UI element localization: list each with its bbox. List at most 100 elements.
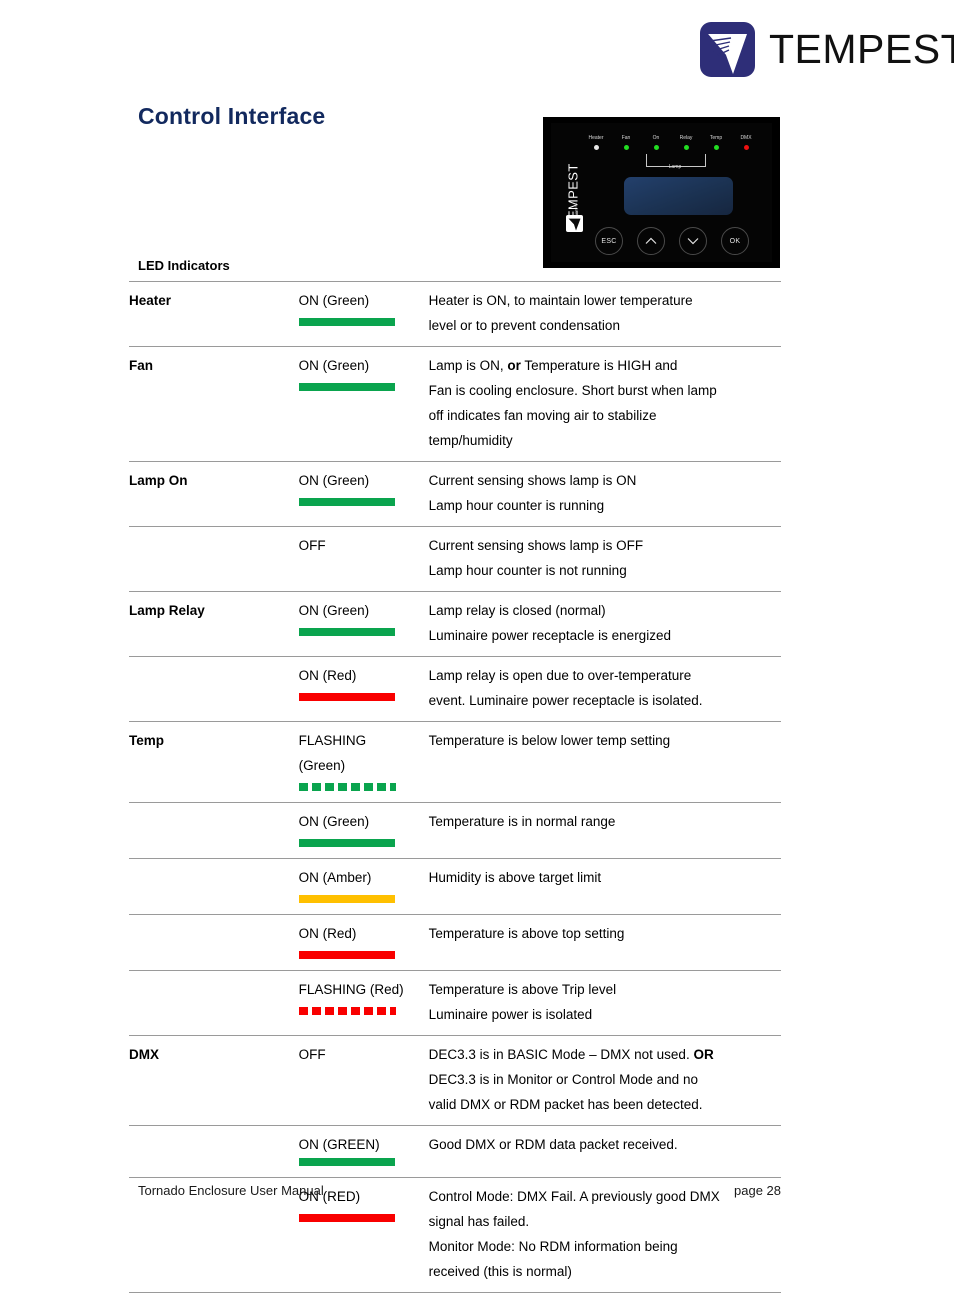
- desc-line: event. Luminaire power receptacle is iso…: [428, 693, 703, 708]
- tempest-logo-mark: [700, 22, 755, 77]
- row-indicator-name: [129, 656, 299, 722]
- desc-line: Temperature is in normal range: [428, 814, 616, 829]
- chevron-down-icon[interactable]: [679, 227, 707, 255]
- row-state-text: ON (Green): [298, 814, 370, 829]
- desc-line: Lamp hour counter is not running: [428, 563, 627, 578]
- led-dot-heater: [593, 145, 599, 150]
- row-description: Heater is ON, to maintain lower temperat…: [428, 281, 781, 347]
- desc-line: off indicates fan moving air to stabiliz…: [428, 408, 657, 423]
- desc-line: Monitor Mode: No RDM information being: [428, 1239, 678, 1254]
- state-color-bar-green: [298, 1158, 395, 1166]
- state-color-bar-red: [298, 951, 395, 959]
- state-color-bar-green: [298, 628, 395, 636]
- ok-button[interactable]: OK: [721, 227, 749, 255]
- state-color-bar-red: [298, 693, 395, 701]
- row-description: Good DMX or RDM data packet received.: [428, 1125, 781, 1178]
- row-indicator-name: Temp: [129, 721, 299, 803]
- row-indicator-name: [129, 526, 299, 592]
- led-indicators-table: Heater ON (Green) Heater is ON, to maint…: [129, 281, 781, 1293]
- table-row: DMX OFF DEC3.3 is in BASIC Mode – DMX no…: [129, 1035, 781, 1126]
- row-state-text: ON (Green): [298, 293, 370, 308]
- state-color-bar-green: [298, 498, 395, 506]
- table-row: ON (Red) Lamp relay is open due to over-…: [129, 656, 781, 722]
- control-panel-face: Heater Fan On Relay Temp DMX Lamp TEMPES…: [551, 123, 772, 262]
- table-row: Temp FLASHING (Green) Temperature is bel…: [129, 721, 781, 803]
- row-state-text: FLASHING: [298, 733, 367, 748]
- table-row: FLASHING (Red) Temperature is above Trip…: [129, 970, 781, 1036]
- row-state-text: ON (GREEN): [298, 1137, 380, 1152]
- esc-button[interactable]: ESC: [595, 227, 623, 255]
- row-indicator-name: DMX: [129, 1035, 299, 1126]
- tempest-logo: TEMPEST: [700, 22, 954, 77]
- desc-line: Lamp is ON, or Temperature is HIGH and: [428, 358, 678, 373]
- footer-page-number: page 28: [734, 1183, 781, 1198]
- row-description: Temperature is in normal range: [428, 802, 781, 859]
- row-state-text: FLASHING (Red): [298, 982, 404, 997]
- row-indicator-name: [129, 914, 299, 971]
- panel-led-dmx: DMX: [731, 135, 761, 150]
- panel-led-fan: Fan: [611, 135, 641, 150]
- row-indicator-name: [129, 1125, 299, 1178]
- row-state: FLASHING (Red): [298, 970, 429, 1036]
- desc-line: Fan is cooling enclosure. Short burst wh…: [428, 383, 717, 398]
- row-state: ON (Green): [298, 281, 429, 347]
- row-state: ON (Red): [298, 914, 429, 971]
- panel-led-label: Fan: [621, 135, 631, 141]
- desc-line: Lamp hour counter is running: [428, 498, 605, 513]
- panel-button-row: ESC OK: [595, 227, 749, 255]
- row-state: ON (Green): [298, 802, 429, 859]
- row-description: DEC3.3 is in BASIC Mode – DMX not used. …: [428, 1035, 781, 1126]
- lcd-display: [624, 177, 733, 215]
- row-indicator-name: Heater: [129, 281, 299, 347]
- desc-line: Heater is ON, to maintain lower temperat…: [428, 293, 693, 308]
- desc-line: valid DMX or RDM packet has been detecte…: [428, 1097, 703, 1112]
- panel-led-relay: Relay: [671, 135, 701, 150]
- desc-line: temp/humidity: [428, 433, 513, 448]
- row-indicator-name: [129, 970, 299, 1036]
- state-color-bar-green: [298, 383, 395, 391]
- row-state-text: ON (Amber): [298, 870, 372, 885]
- row-description: Humidity is above target limit: [428, 858, 781, 915]
- row-indicator-name: Lamp On: [129, 461, 299, 527]
- desc-line: Current sensing shows lamp is OFF: [428, 538, 644, 553]
- desc-line: Temperature is above Trip level: [428, 982, 617, 997]
- row-description: Current sensing shows lamp is ON Lamp ho…: [428, 461, 781, 527]
- row-indicator-name: [129, 858, 299, 915]
- panel-brand-block: TEMPEST lighting inc.: [563, 153, 585, 241]
- state-color-bar-amber: [298, 895, 395, 903]
- led-indicator-row: Heater Fan On Relay Temp DMX: [581, 135, 761, 150]
- table-row: Fan ON (Green) Lamp is ON, or Temperatur…: [129, 346, 781, 462]
- row-state-text: OFF: [298, 1047, 326, 1062]
- row-state: OFF: [298, 1035, 429, 1126]
- row-state: OFF: [298, 526, 429, 592]
- panel-led-label: DMX: [740, 135, 752, 141]
- led-dot-dmx: [743, 145, 749, 150]
- row-state: ON (Red): [298, 656, 429, 722]
- row-description: Current sensing shows lamp is OFF Lamp h…: [428, 526, 781, 592]
- footer-document-title: Tornado Enclosure User Manual: [138, 1183, 324, 1198]
- row-description: Lamp relay is closed (normal) Luminaire …: [428, 591, 781, 657]
- row-description: Lamp is ON, or Temperature is HIGH and F…: [428, 346, 781, 462]
- panel-led-temp: Temp: [701, 135, 731, 150]
- row-state-text-2: (Green): [298, 758, 346, 773]
- chevron-up-icon[interactable]: [637, 227, 665, 255]
- panel-led-label: Heater: [588, 135, 604, 141]
- table-row: ON (Amber) Humidity is above target limi…: [129, 858, 781, 915]
- desc-line: signal has failed.: [428, 1214, 530, 1229]
- desc-line: Lamp relay is open due to over-temperatu…: [428, 668, 692, 683]
- row-indicator-name: [129, 802, 299, 859]
- page-title: Control Interface: [138, 103, 326, 129]
- panel-logo-icon: [566, 215, 583, 232]
- row-state: ON (Amber): [298, 858, 429, 915]
- row-state: ON (Green): [298, 346, 429, 462]
- row-state: ON (Green): [298, 461, 429, 527]
- table-row: ON (Green) Temperature is in normal rang…: [129, 802, 781, 859]
- row-state-text: ON (Green): [298, 603, 370, 618]
- control-panel-photo: Heater Fan On Relay Temp DMX Lamp TEMPES…: [543, 117, 780, 268]
- row-state: ON (GREEN): [298, 1125, 429, 1178]
- panel-led-label: Temp: [709, 135, 723, 141]
- row-description: Lamp relay is open due to over-temperatu…: [428, 656, 781, 722]
- desc-line: Lamp relay is closed (normal): [428, 603, 606, 618]
- state-color-bar-flashing-green: [298, 783, 396, 791]
- table-row: Lamp Relay ON (Green) Lamp relay is clos…: [129, 591, 781, 657]
